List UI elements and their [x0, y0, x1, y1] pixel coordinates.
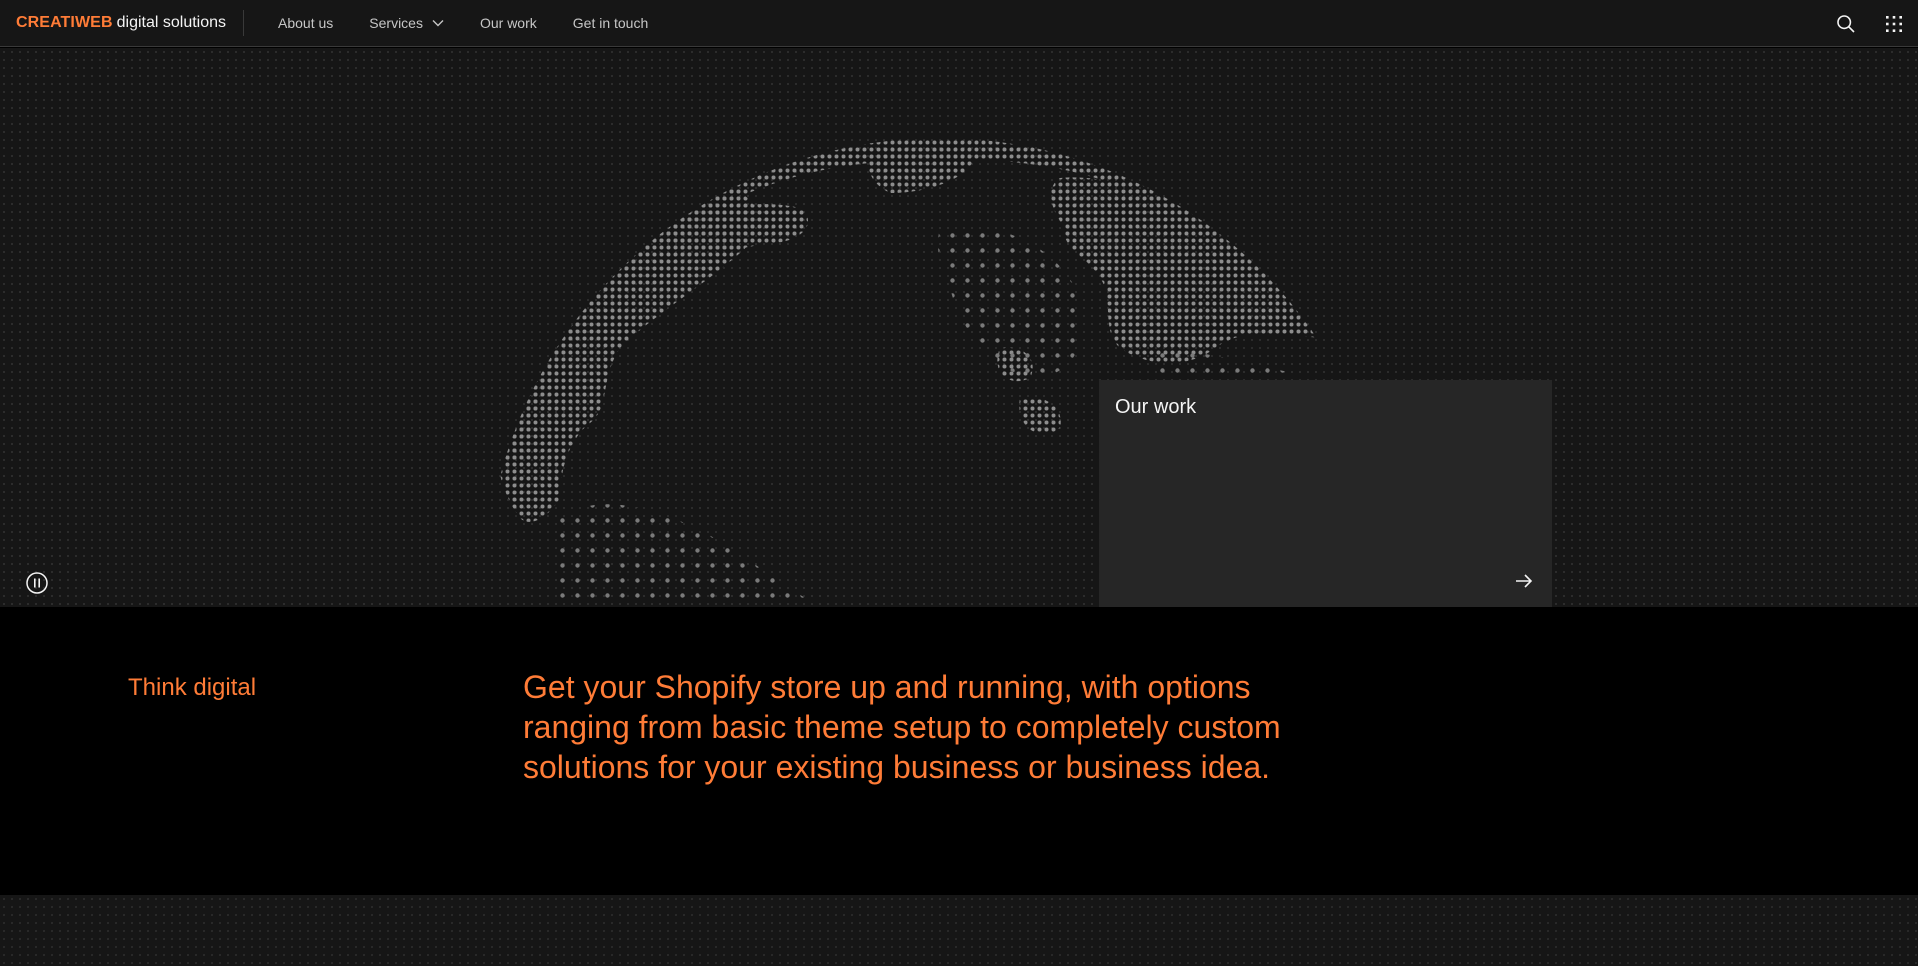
pause-icon [26, 572, 48, 594]
nav-item-services[interactable]: Services [351, 0, 462, 46]
header-divider [243, 10, 245, 36]
app-switcher-icon [1886, 15, 1902, 32]
hero-section: Our work [0, 48, 1918, 607]
search-button[interactable] [1822, 0, 1870, 47]
intro-paragraph: Get your Shopify store up and running, w… [523, 669, 1281, 785]
main-nav: About us Services Our work Get in touch [260, 0, 666, 46]
nav-item-label: Services [369, 15, 423, 31]
nav-item-about-us[interactable]: About us [260, 0, 351, 46]
search-icon [1837, 14, 1855, 33]
nav-item-our-work[interactable]: Our work [462, 0, 555, 46]
header-actions [1822, 0, 1918, 47]
nav-item-label: About us [278, 15, 334, 31]
nav-item-label: Get in touch [572, 15, 649, 31]
brand-logo[interactable]: CREATIWEB digital solutions [0, 0, 226, 46]
arrow-right-icon [1516, 574, 1533, 588]
section-heading: Think digital [128, 674, 257, 701]
brand-name: CREATIWEB [16, 14, 113, 31]
dotted-globe-illustration [495, 138, 1370, 607]
nav-item-get-in-touch[interactable]: Get in touch [555, 0, 667, 46]
nav-item-label: Our work [479, 15, 537, 31]
intro-section: Think digital Get your Shopify store up … [0, 607, 1918, 895]
card-title: Our work [1115, 396, 1197, 418]
chevron-down-icon [432, 19, 444, 27]
app-switcher-button[interactable] [1870, 0, 1918, 47]
page: CREATIWEB digital solutions About us Ser… [0, 0, 1918, 966]
our-work-card[interactable]: Our work [1099, 380, 1552, 607]
top-navigation-bar: CREATIWEB digital solutions About us Ser… [0, 0, 1918, 47]
pause-animation-button[interactable] [25, 571, 49, 595]
footer-pattern-band [0, 895, 1918, 966]
brand-tagline: digital solutions [116, 14, 227, 31]
